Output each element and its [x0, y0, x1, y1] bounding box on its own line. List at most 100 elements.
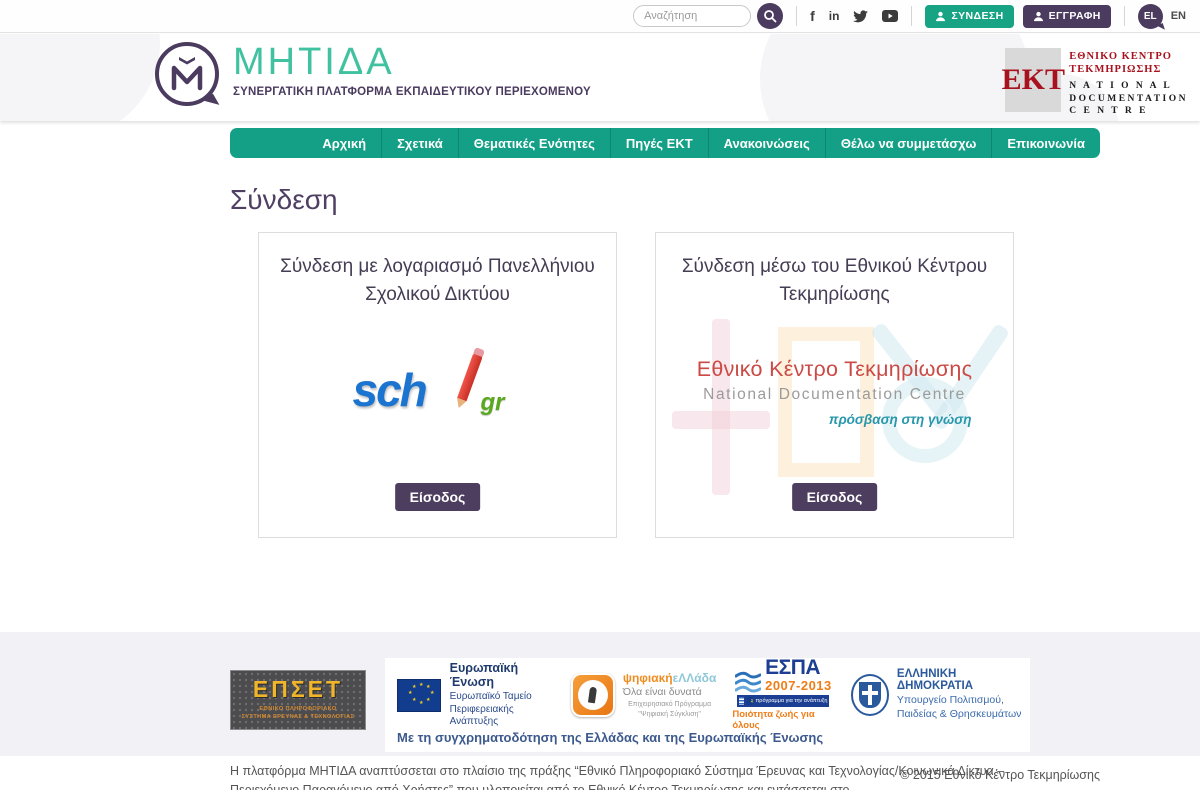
hellenic-text: ΕΛΛΗΝΙΚΗ ΔΗΜΟΚΡΑΤΙΑ Υπουργείο Πολιτισμού… — [897, 668, 1022, 721]
site-title: ΜΗΤΙΔΑ — [233, 42, 591, 84]
bottom-bar: Η πλατφόρμα ΜΗΤΙΔΑ αναπτύσσεται στο πλαί… — [0, 756, 1200, 790]
epset-subtitle-line2: ΣΥΣΤΗΜΑ ΕΡΕΥΝΑΣ & ΤΕΧΝΟΛΟΓΙΑΣ — [242, 714, 355, 722]
espa-logo[interactable]: ΕΣΠΑ 2007-2013 πρόγραμμα για την ανάπτυξ… — [732, 659, 834, 731]
ekt-logo-greek: Εθνικό Κέντρο Τεκμηρίωσης — [670, 357, 1000, 382]
ekt-logo-english: National Documentation Centre — [670, 386, 1000, 404]
sch-gr-logo: sch gr — [353, 351, 523, 429]
psd-login-button[interactable]: Είσοδος — [395, 483, 481, 511]
eu-text: Ευρωπαϊκή Ένωση Ευρωπαϊκό Ταμείο Περιφερ… — [450, 661, 555, 729]
user-icon — [1033, 11, 1044, 22]
nav-row: Αρχική Σχετικά Θεματικές Ενότητες Πηγές … — [0, 121, 1200, 158]
espa-waves-icon — [735, 671, 761, 693]
ekt-logo-tagline: πρόσβαση στη γνώση — [670, 412, 1000, 427]
search-button[interactable] — [757, 3, 783, 29]
eu-title: Ευρωπαϊκή Ένωση — [450, 661, 555, 689]
linkedin-icon[interactable]: in — [829, 9, 840, 23]
metida-logo-icon — [155, 42, 219, 106]
page: f in ΣΥΝΔΕΣΗ ΕΓΓΡΑΦΗ EL EN — [0, 0, 1200, 790]
twitter-icon[interactable] — [853, 10, 868, 23]
decorative-bubble — [0, 34, 160, 121]
epset-title: ΕΠΣΕΤ — [253, 678, 343, 701]
nav-item-announcements[interactable]: Ανακοινώσεις — [708, 128, 825, 158]
epset-subtitle: ΕΘΝΙΚΟ ΠΛΗΡΟΦΟΡΙΑΚΟ ΣΥΣΤΗΜΑ ΕΡΕΥΝΑΣ & ΤΕ… — [242, 706, 355, 722]
espa-band: πρόγραμμα για την ανάπτυξη — [737, 695, 829, 707]
digital-greece-icon — [571, 673, 615, 717]
ekt-text: ΕΘΝΙΚΟ ΚΕΝΤΡΟ ΤΕΚΜΗΡΙΩΣΗΣ N A T I O N A … — [1069, 48, 1188, 117]
hellenic-emblem-icon — [851, 674, 889, 716]
login-card-psd: Σύνδεση με λογαριασμό Πανελλήνιου Σχολικ… — [258, 232, 617, 538]
decorative-bubble — [760, 34, 1030, 121]
login-button[interactable]: ΣΥΝΔΕΣΗ — [925, 5, 1013, 28]
espa-band-text: πρόγραμμα για την ανάπτυξη — [756, 698, 828, 704]
hellenic-republic-logo[interactable]: ΕΛΛΗΝΙΚΗ ΔΗΜΟΚΡΑΤΙΑ Υπουργείο Πολιτισμού… — [851, 668, 1022, 721]
dg-line4: "Ψηφιακή Σύγκλιση" — [623, 710, 716, 719]
ekt-en-line2: DOCUMENTATION — [1069, 93, 1188, 105]
sch-logo-text: sch — [353, 363, 426, 417]
dg-title-orange: ψηφιακή — [623, 671, 673, 685]
social-links: f in — [810, 8, 898, 24]
divider — [1124, 6, 1125, 26]
divider — [911, 6, 912, 26]
login-label: ΣΥΝΔΕΣΗ — [951, 10, 1003, 22]
dg-motto: Όλα είναι δυνατά — [623, 686, 716, 698]
main-navigation: Αρχική Σχετικά Θεματικές Ενότητες Πηγές … — [230, 128, 1100, 158]
copyright: © 2015 Εθνικό Κέντρο Τεκμηρίωσης — [900, 768, 1100, 782]
ekt-abbr: ΕΚΤ — [1005, 48, 1061, 112]
eu-line2: Ευρωπαϊκό Ταμείο — [450, 691, 555, 704]
hellenic-line3: Παιδείας & Θρησκευμάτων — [897, 708, 1022, 722]
dg-title-blue: εΛΛάδα — [673, 671, 717, 685]
page-title: Σύνδεση — [230, 184, 338, 216]
user-icon — [935, 11, 946, 22]
funding-logos: ★★ ★★ ★★ ★★ Ευρωπαϊκή Ένωση Ευρωπαϊκό Τα… — [397, 666, 1022, 724]
brand-text: ΜΗΤΙΔΑ ΣΥΝΕΡΓΑΤΙΚΗ ΠΛΑΤΦΟΡΜΑ ΕΚΠΑΙΔΕΥΤΙΚ… — [233, 42, 591, 98]
ekt-en-line1: N A T I O N A L — [1069, 80, 1188, 92]
epset-logo[interactable]: ΕΠΣΕΤ ΕΘΝΙΚΟ ΠΛΗΡΟΦΟΡΙΑΚΟ ΣΥΣΤΗΜΑ ΕΡΕΥΝΑ… — [230, 670, 366, 730]
divider — [796, 6, 797, 26]
hellenic-line2: Υπουργείο Πολιτισμού, — [897, 694, 1022, 708]
ekt-header-logo[interactable]: ΕΚΤ ΕΘΝΙΚΟ ΚΕΝΤΡΟ ΤΕΚΜΗΡΙΩΣΗΣ N A T I O … — [1005, 48, 1188, 117]
site-logo[interactable]: ΜΗΤΙΔΑ ΣΥΝΕΡΓΑΤΙΚΗ ΠΛΑΤΦΟΡΜΑ ΕΚΠΑΙΔΕΥΤΙΚ… — [155, 42, 591, 106]
search-icon — [763, 9, 777, 23]
pencil-icon — [457, 353, 483, 402]
login-options: Σύνδεση με λογαριασμό Πανελλήνιου Σχολικ… — [258, 232, 1014, 538]
youtube-icon[interactable] — [882, 10, 898, 22]
sch-logo-gr: gr — [481, 389, 505, 417]
nav-item-participate[interactable]: Θέλω να συμμετάσχω — [825, 128, 992, 158]
dg-line3: Επιχειρησιακό Πρόγραμμα — [623, 700, 716, 709]
header: ΜΗΤΙΔΑ ΣΥΝΕΡΓΑΤΙΚΗ ΠΛΑΤΦΟΡΜΑ ΕΚΠΑΙΔΕΥΤΙΚ… — [0, 34, 1200, 121]
register-button[interactable]: ΕΓΓΡΑΦΗ — [1023, 5, 1111, 28]
digital-greece-logo[interactable]: ψηφιακήεΛΛάδα Όλα είναι δυνατά Επιχειρησ… — [571, 671, 716, 718]
eu-logo[interactable]: ★★ ★★ ★★ ★★ Ευρωπαϊκή Ένωση Ευρωπαϊκό Τα… — [397, 661, 555, 729]
greek-flag-icon — [739, 697, 744, 705]
site-subtitle: ΣΥΝΕΡΓΑΤΙΚΗ ΠΛΑΤΦΟΡΜΑ ΕΚΠΑΙΔΕΥΤΙΚΟΥ ΠΕΡΙ… — [233, 86, 591, 98]
search-area — [633, 3, 783, 29]
funding-panel: ★★ ★★ ★★ ★★ Ευρωπαϊκή Ένωση Ευρωπαϊκό Τα… — [385, 658, 1030, 752]
eu-line3: Περιφερειακής — [450, 704, 555, 717]
ekt-logo-text: Εθνικό Κέντρο Τεκμηρίωσης National Docum… — [670, 357, 1000, 427]
eu-flag-mini-icon — [747, 697, 752, 705]
facebook-icon[interactable]: f — [810, 8, 815, 24]
login-card-ekt: Σύνδεση μέσω του Εθνικού Κέντρου Τεκμηρί… — [655, 232, 1014, 538]
card-title: Σύνδεση μέσω του Εθνικού Κέντρου Τεκμηρί… — [675, 253, 995, 308]
espa-tagline: Ποιότητα ζωής για όλους — [732, 709, 834, 731]
ekt-login-button[interactable]: Είσοδος — [792, 483, 878, 511]
search-input[interactable] — [633, 5, 751, 27]
eu-line4: Ανάπτυξης — [450, 716, 555, 729]
digital-greece-text: ψηφιακήεΛΛάδα Όλα είναι δυνατά Επιχειρησ… — [623, 671, 716, 718]
nav-item-thematic-units[interactable]: Θεματικές Ενότητες — [458, 128, 610, 158]
nav-item-about[interactable]: Σχετικά — [381, 128, 458, 158]
cofunding-note: Με τη συγχρηματοδότηση της Ελλάδας και τ… — [397, 730, 823, 745]
register-label: ΕΓΓΡΑΦΗ — [1049, 10, 1101, 22]
hellenic-title: ΕΛΛΗΝΙΚΗ ΔΗΜΟΚΡΑΤΙΑ — [897, 668, 1022, 692]
ekt-en-line3: C E N T R E — [1069, 105, 1188, 117]
ekt-centre-logo: Εθνικό Κέντρο Τεκμηρίωσης National Docum… — [670, 319, 1000, 495]
espa-years: 2007-2013 — [765, 678, 832, 693]
language-switcher: EL EN — [1138, 4, 1186, 29]
lang-current-el[interactable]: EL — [1138, 4, 1163, 29]
nav-item-ekt-sources[interactable]: Πηγές ΕΚΤ — [610, 128, 708, 158]
lang-option-en[interactable]: EN — [1171, 10, 1186, 22]
ekt-greek-line2: ΤΕΚΜΗΡΙΩΣΗΣ — [1069, 63, 1188, 76]
nav-item-contact[interactable]: Επικοινωνία — [991, 128, 1100, 158]
nav-item-home[interactable]: Αρχική — [307, 128, 381, 158]
footer: ΕΠΣΕΤ ΕΘΝΙΚΟ ΠΛΗΡΟΦΟΡΙΑΚΟ ΣΥΣΤΗΜΑ ΕΡΕΥΝΑ… — [0, 632, 1200, 756]
